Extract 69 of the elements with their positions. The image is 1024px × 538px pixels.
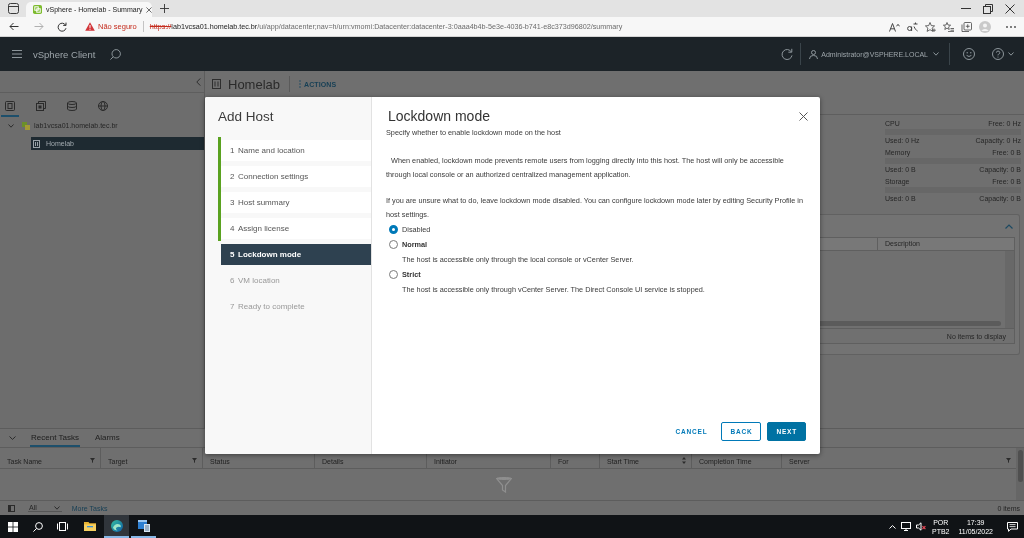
filter-icon[interactable] [192,458,197,463]
radio-button[interactable] [389,270,398,279]
translate-icon[interactable] [907,21,918,32]
scrollbar[interactable] [1016,448,1024,500]
speech-bubble-icon[interactable] [1007,521,1018,532]
building-icon [33,139,40,148]
new-tab-icon[interactable] [160,4,169,13]
monitor-icon[interactable] [900,522,911,531]
scrollbar[interactable] [818,321,1001,326]
caret-icon [1008,52,1014,56]
menu-icon[interactable] [12,50,22,58]
taskbar-button[interactable] [104,515,129,538]
square-plus-icon[interactable] [961,21,972,32]
chevron-down-icon[interactable] [9,436,16,440]
wizard-step[interactable]: 2 Connection settings [218,163,371,189]
step-title: Lockdown mode [387,107,490,125]
window-panels-icon [137,519,150,532]
four-squares-icon [7,521,18,532]
window-stack-icon [57,522,68,531]
dialog-title: Add Host [218,108,275,126]
wizard-step[interactable]: 4 Assign license [218,215,371,241]
wizard-step[interactable]: 1 Name and location [218,137,371,163]
panel-tab[interactable]: Recent Tasks [30,429,80,447]
refresh-icon[interactable] [781,48,794,60]
star-plus-icon[interactable] [925,21,936,32]
filter-icon[interactable] [90,458,95,463]
restore-icon[interactable] [983,3,993,14]
kebab-icon [299,80,302,88]
overlapping-squares-icon [22,121,30,130]
page-title: Homelab [228,76,281,92]
warning-icon [85,22,95,31]
close-tab-icon[interactable] [146,6,153,13]
star-list-icon[interactable] [943,21,954,32]
funnel-icon [496,476,512,493]
smiley-icon[interactable] [963,48,975,60]
caret-icon [933,52,939,56]
globe-icon [98,100,108,111]
help-icon [992,48,1004,60]
close-icon[interactable] [1005,3,1015,14]
search-icon[interactable] [110,48,122,60]
window-menu-icon[interactable] [8,3,19,14]
database-icon [67,100,77,111]
app-title: vSphere Client [33,48,96,60]
favicon-icon [33,5,42,14]
back-icon[interactable] [9,22,19,31]
stacked-squares-icon [36,100,46,111]
filter-icon[interactable] [1006,458,1011,463]
more-icon[interactable] [1006,25,1016,28]
scrollbar[interactable] [1005,251,1014,328]
caret-icon [53,505,60,510]
caret-icon[interactable] [8,123,14,128]
building-icon [212,79,221,89]
font-icon[interactable] [889,21,900,32]
speaker-muted-icon[interactable] [915,522,926,531]
search-icon [32,521,43,532]
panel-tab[interactable]: Alarms [93,429,121,447]
radio-button[interactable] [389,240,398,249]
user-icon [809,49,819,59]
folder-icon [83,519,96,532]
sort-icon[interactable] [682,457,686,464]
refresh-icon[interactable] [57,21,67,32]
help-menu-button[interactable] [992,48,1014,60]
square-frame-icon [5,100,15,111]
close-icon[interactable] [799,111,808,121]
wizard-step[interactable]: 5 Lockdown mode [218,241,371,267]
wave-circle-icon [110,519,123,532]
wizard-step[interactable]: 3 Host summary [218,189,371,215]
columns-icon[interactable] [8,504,15,512]
radio-button[interactable] [389,225,398,234]
